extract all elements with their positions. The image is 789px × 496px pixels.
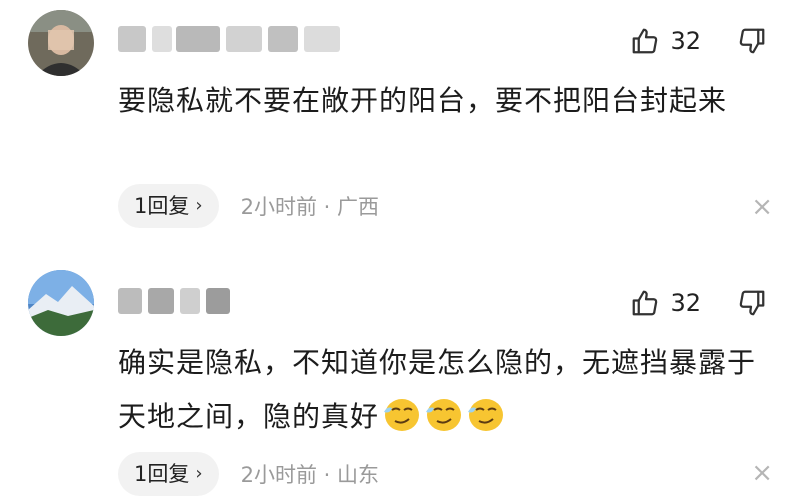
like-count: 32 — [670, 289, 701, 317]
avatar[interactable] — [28, 270, 94, 336]
smirk-emoji-icon — [465, 396, 505, 450]
thumbs-down-icon[interactable] — [737, 26, 767, 56]
thumbs-up-icon — [633, 28, 658, 54]
smirk-emoji-icon — [423, 396, 463, 450]
chevron-right-icon: › — [195, 463, 203, 484]
like-button[interactable]: 32 — [630, 26, 701, 56]
like-count: 32 — [670, 27, 701, 55]
smirk-emoji-icon — [381, 396, 421, 450]
thumbs-up-icon — [633, 290, 658, 316]
thumbs-down-icon[interactable] — [737, 288, 767, 318]
comment-meta: 1回复 › 2小时前 · 山东 — [118, 452, 379, 496]
reply-label: 1回复 — [134, 462, 190, 486]
username-blurred[interactable] — [118, 288, 230, 314]
reply-label: 1回复 — [134, 194, 190, 218]
reply-button[interactable]: 1回复 › — [118, 184, 219, 228]
close-icon[interactable]: × — [751, 458, 773, 488]
chevron-right-icon: › — [195, 195, 203, 216]
reply-button[interactable]: 1回复 › — [118, 452, 219, 496]
close-icon[interactable]: × — [751, 192, 773, 222]
avatar[interactable] — [28, 10, 94, 76]
comment-meta: 1回复 › 2小时前 · 广西 — [118, 184, 379, 228]
comment-text-wrapper: 确实是隐私，不知道你是怎么隐的，无遮挡暴露于天地之间，隐的真好 — [118, 336, 768, 450]
comment-text: 要隐私就不要在敞开的阳台，要不把阳台封起来 — [118, 84, 728, 117]
like-button[interactable]: 32 — [630, 288, 701, 318]
username-blurred[interactable] — [118, 26, 340, 52]
timestamp-location: 2小时前 · 广西 — [240, 195, 379, 219]
timestamp-location: 2小时前 · 山东 — [240, 463, 379, 487]
